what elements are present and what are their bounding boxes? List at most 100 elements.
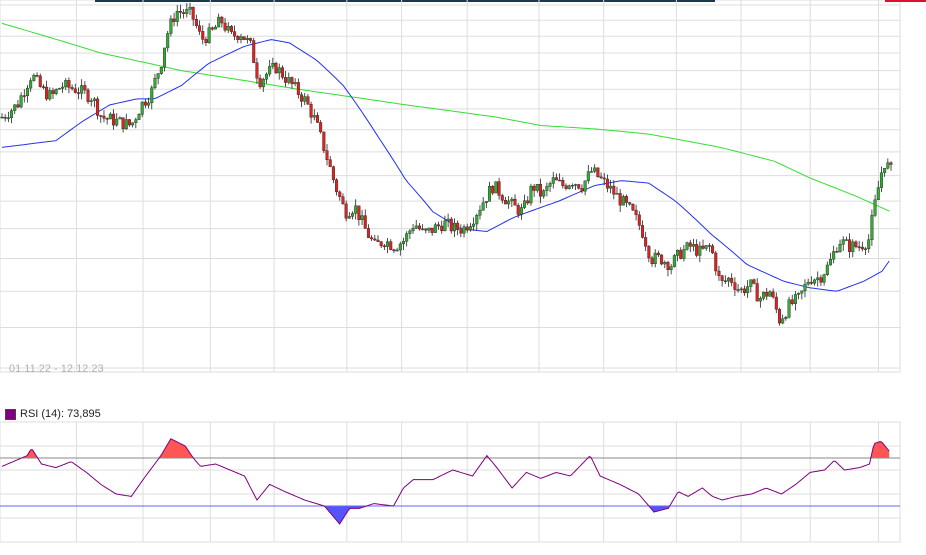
candle-body bbox=[242, 36, 246, 40]
candle-body bbox=[867, 239, 871, 249]
candle-body bbox=[83, 85, 87, 91]
candle-body bbox=[226, 25, 230, 31]
rsi-panel-frame bbox=[0, 421, 901, 543]
candle-body bbox=[296, 82, 300, 95]
candle-body bbox=[596, 167, 600, 178]
candle-body bbox=[99, 115, 103, 117]
candle-body bbox=[714, 252, 718, 272]
candle-body bbox=[720, 275, 724, 281]
candle-body bbox=[153, 77, 157, 88]
candle-body bbox=[497, 181, 501, 196]
candle-body bbox=[777, 309, 781, 324]
candle-body bbox=[35, 75, 39, 77]
candle-body bbox=[48, 90, 52, 100]
candle-body bbox=[201, 31, 205, 40]
candle-body bbox=[147, 102, 151, 106]
candle-body bbox=[762, 291, 766, 299]
chart-svg bbox=[0, 0, 926, 543]
candle-body bbox=[698, 245, 702, 256]
rsi-swatch bbox=[5, 408, 16, 420]
candle-body bbox=[500, 195, 504, 201]
candle-body bbox=[322, 131, 326, 151]
rsi-oversold-fill bbox=[2, 506, 890, 524]
candle-body bbox=[676, 249, 680, 256]
candle-body bbox=[57, 88, 61, 90]
candle-body bbox=[255, 62, 259, 79]
candle-body bbox=[790, 299, 794, 304]
candle-body bbox=[191, 6, 195, 20]
candle-body bbox=[220, 16, 224, 24]
candle-body bbox=[685, 242, 689, 250]
candle-body bbox=[217, 16, 221, 28]
candle-body bbox=[558, 179, 562, 182]
candle-body bbox=[727, 277, 731, 282]
candle-body bbox=[742, 288, 746, 294]
candle-body bbox=[178, 11, 182, 13]
candle-body bbox=[545, 186, 549, 191]
candle-body bbox=[433, 224, 437, 233]
candle-body bbox=[395, 249, 399, 252]
candle-body bbox=[491, 186, 495, 194]
candle-body bbox=[3, 117, 7, 119]
candle-body bbox=[816, 277, 820, 281]
candle-body bbox=[883, 167, 887, 174]
rsi-line bbox=[1, 438, 890, 525]
candle-body bbox=[382, 245, 386, 248]
candle-body bbox=[688, 242, 692, 247]
candle-body bbox=[392, 249, 396, 252]
candle-body bbox=[494, 181, 498, 194]
candle-body bbox=[290, 77, 294, 85]
candle-body bbox=[319, 122, 323, 133]
candle-body bbox=[236, 36, 240, 40]
candle-body bbox=[797, 292, 801, 295]
candle-body bbox=[844, 239, 848, 241]
candle-body bbox=[679, 249, 683, 259]
candle-body bbox=[574, 184, 578, 186]
candle-body bbox=[19, 95, 23, 108]
candle-body bbox=[118, 117, 122, 120]
candle-body bbox=[140, 101, 144, 115]
candle-body bbox=[656, 252, 660, 256]
candle-body bbox=[653, 252, 657, 265]
candle-body bbox=[427, 227, 431, 231]
candle-body bbox=[876, 187, 880, 201]
candle-body bbox=[150, 87, 154, 104]
candle-body bbox=[41, 86, 45, 88]
candle-body bbox=[637, 214, 641, 226]
candle-body bbox=[331, 166, 335, 181]
candle-body bbox=[386, 241, 390, 247]
candle-body bbox=[156, 73, 160, 79]
candle-body bbox=[628, 202, 632, 205]
candle-body bbox=[131, 122, 135, 126]
candle-body bbox=[813, 279, 817, 284]
candle-body bbox=[554, 177, 558, 181]
candle-body bbox=[443, 220, 447, 232]
candle-body bbox=[172, 18, 176, 22]
candle-body bbox=[424, 228, 428, 231]
candle-body bbox=[300, 94, 304, 102]
date-range-label: 01.11.22 - 12.12.23 bbox=[9, 363, 104, 375]
candle-body bbox=[647, 246, 651, 259]
candle-body bbox=[870, 215, 874, 240]
candle-body bbox=[51, 90, 55, 94]
candle-body bbox=[484, 201, 488, 204]
price-panel-frame bbox=[0, 0, 901, 373]
candle-body bbox=[408, 230, 412, 234]
candle-body bbox=[640, 225, 644, 238]
candle-body bbox=[344, 203, 348, 219]
candle-body bbox=[809, 281, 813, 284]
candle-body bbox=[472, 223, 476, 227]
candle-body bbox=[452, 222, 456, 232]
candle-body bbox=[488, 186, 492, 202]
candle-body bbox=[293, 82, 297, 85]
candle-body bbox=[535, 184, 539, 191]
rsi-legend: RSI (14): 73,895 bbox=[5, 408, 101, 420]
candle-body bbox=[223, 22, 227, 31]
candle-body bbox=[526, 200, 530, 204]
candle-body bbox=[523, 200, 527, 208]
candle-body bbox=[841, 239, 845, 245]
candle-body bbox=[803, 283, 807, 292]
candle-body bbox=[551, 177, 555, 184]
candle-body bbox=[860, 246, 864, 250]
candle-body bbox=[828, 259, 832, 266]
